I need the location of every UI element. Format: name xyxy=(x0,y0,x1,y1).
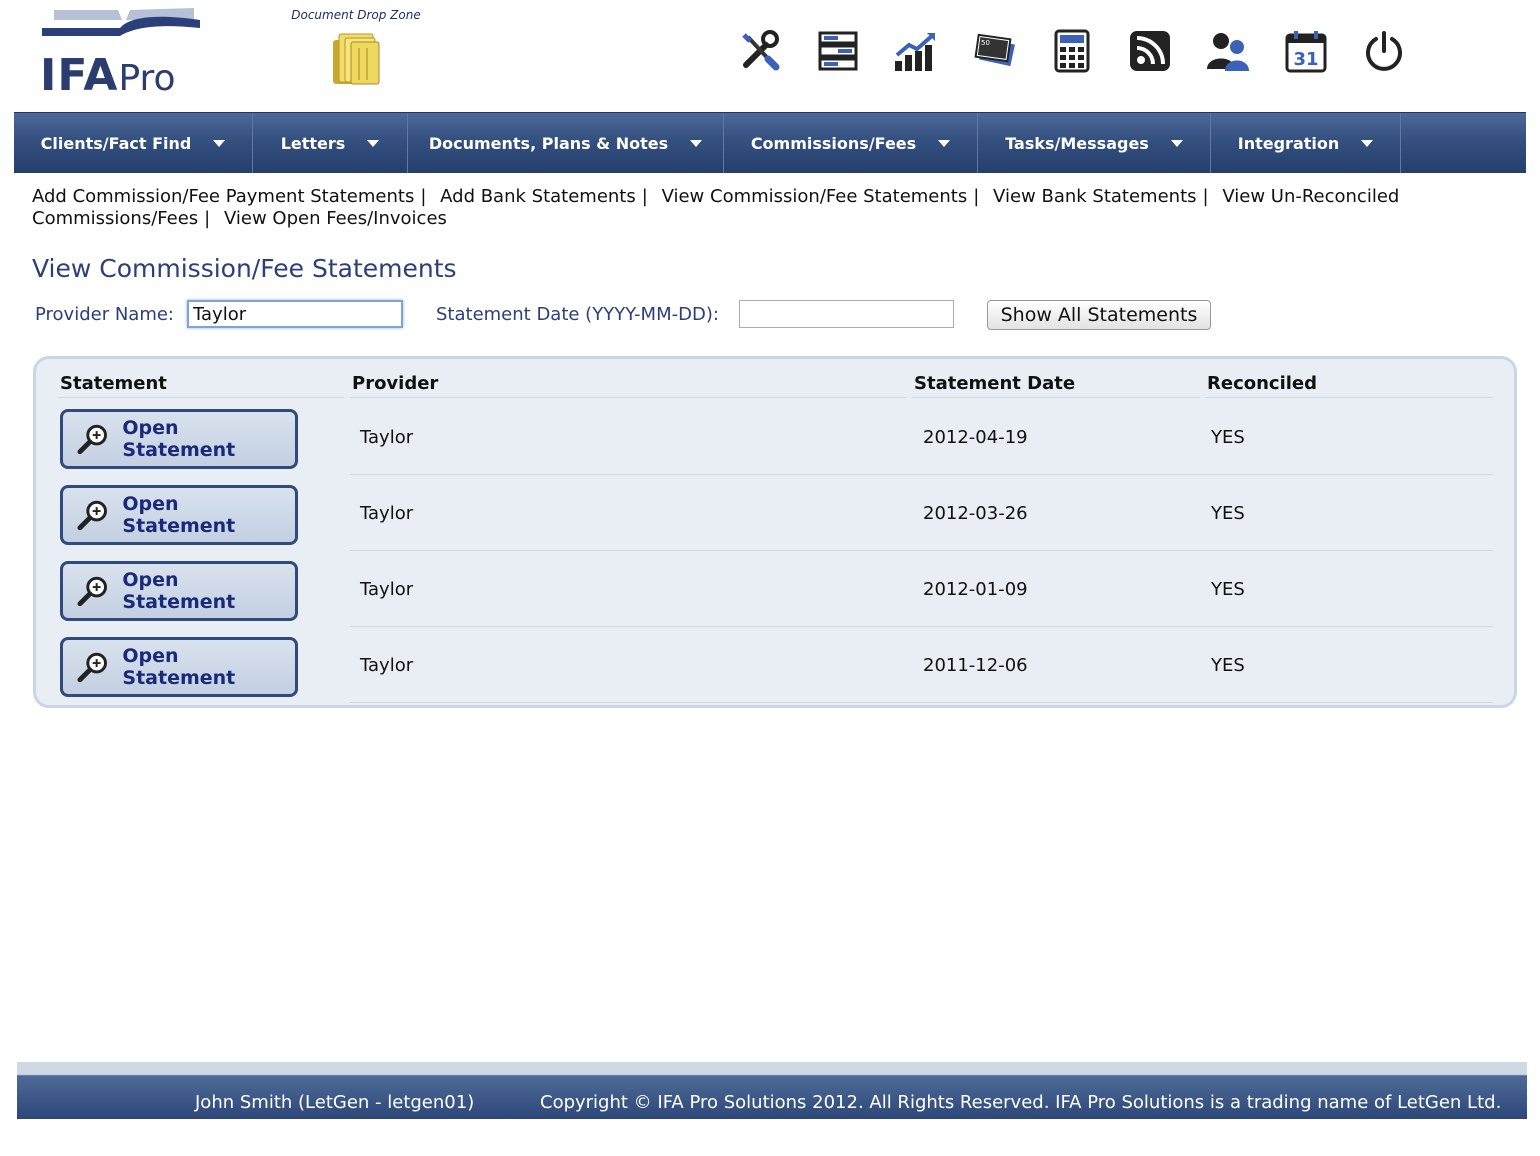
magnifier-plus-icon xyxy=(77,500,107,531)
table-row: Open Statement Taylor 2012-01-09 YES xyxy=(36,551,1514,627)
nav-integration[interactable]: Integration xyxy=(1211,113,1401,173)
footer: John Smith (LetGen - letgen01) Copyright… xyxy=(17,1062,1527,1119)
nav-commissions-fees[interactable]: Commissions/Fees xyxy=(724,113,978,173)
nav-letters[interactable]: Letters xyxy=(253,113,408,173)
calculator-icon[interactable] xyxy=(1045,24,1099,78)
provider-name-label: Provider Name: xyxy=(35,304,174,325)
filing-cabinet-icon[interactable] xyxy=(811,24,865,78)
table-row: Open Statement Taylor 2011-12-06 YES xyxy=(36,627,1514,703)
footer-copyright: Copyright © IFA Pro Solutions 2012. All … xyxy=(540,1092,1502,1113)
chevron-down-icon xyxy=(690,139,703,147)
provider-cell: Taylor xyxy=(360,502,414,524)
link-add-commission-statements[interactable]: Add Commission/Fee Payment Statements xyxy=(32,186,414,207)
chevron-down-icon xyxy=(367,139,380,147)
link-view-open-fees[interactable]: View Open Fees/Invoices xyxy=(224,208,447,229)
statements-table: Statement Provider Statement Date Reconc… xyxy=(33,356,1517,708)
table-row: Open Statement Taylor 2012-04-19 YES xyxy=(36,399,1514,475)
open-statement-button[interactable]: Open Statement xyxy=(60,409,298,469)
sub-navigation: Add Commission/Fee Payment Statements | A… xyxy=(32,186,1400,229)
book-logo-icon xyxy=(42,8,200,36)
open-statement-button[interactable]: Open Statement xyxy=(60,637,298,697)
reconciled-cell: YES xyxy=(1211,502,1245,524)
chevron-down-icon xyxy=(1361,139,1374,147)
date-cell: 2012-04-19 xyxy=(923,426,1028,448)
date-cell: 2011-12-06 xyxy=(923,654,1028,676)
header-statement: Statement xyxy=(60,373,167,394)
dropzone-label: Document Drop Zone xyxy=(291,8,421,22)
provider-cell: Taylor xyxy=(360,654,414,676)
statement-date-input[interactable] xyxy=(739,300,954,328)
tools-icon[interactable] xyxy=(733,24,787,78)
svg-text:31: 31 xyxy=(1293,49,1318,70)
main-nav: Clients/Fact Find Letters Documents, Pla… xyxy=(14,112,1526,173)
reconciled-cell: YES xyxy=(1211,654,1245,676)
open-statement-button[interactable]: Open Statement xyxy=(60,485,298,545)
table-row: Open Statement Taylor 2012-03-26 YES xyxy=(36,475,1514,551)
magnifier-plus-icon xyxy=(77,424,107,455)
header-statement-date: Statement Date xyxy=(914,373,1076,394)
reconciled-cell: YES xyxy=(1211,578,1245,600)
date-cell: 2012-01-09 xyxy=(923,578,1028,600)
chevron-down-icon xyxy=(1170,139,1183,147)
open-statement-button[interactable]: Open Statement xyxy=(60,561,298,621)
reconciled-cell: YES xyxy=(1211,426,1245,448)
chart-growth-icon[interactable] xyxy=(889,24,943,78)
nav-tasks-messages[interactable]: Tasks/Messages xyxy=(978,113,1211,173)
svg-text:50: 50 xyxy=(981,39,990,47)
page-title: View Commission/Fee Statements xyxy=(32,254,457,283)
chevron-down-icon xyxy=(938,139,951,147)
statement-date-label: Statement Date (YYYY-MM-DD): xyxy=(436,304,719,325)
document-drop-zone[interactable]: Document Drop Zone xyxy=(286,8,426,86)
provider-name-input[interactable] xyxy=(187,300,403,328)
contacts-icon[interactable] xyxy=(1201,24,1255,78)
footer-user: John Smith (LetGen - letgen01) xyxy=(195,1092,475,1113)
provider-cell: Taylor xyxy=(360,426,414,448)
calendar-icon[interactable]: 31 xyxy=(1279,24,1333,78)
header-provider: Provider xyxy=(352,373,439,394)
power-icon[interactable] xyxy=(1357,24,1411,78)
link-view-bank-statements[interactable]: View Bank Statements xyxy=(993,186,1196,207)
link-view-commission-statements[interactable]: View Commission/Fee Statements xyxy=(662,186,968,207)
ifa-pro-logo[interactable]: IFAPro xyxy=(40,6,202,101)
magnifier-plus-icon xyxy=(77,576,107,607)
date-cell: 2012-03-26 xyxy=(923,502,1028,524)
logo-text: IFAPro xyxy=(40,50,176,101)
show-all-statements-button[interactable]: Show All Statements xyxy=(987,300,1211,330)
provider-cell: Taylor xyxy=(360,578,414,600)
nav-documents-plans-notes[interactable]: Documents, Plans & Notes xyxy=(408,113,724,173)
link-add-bank-statements[interactable]: Add Bank Statements xyxy=(440,186,636,207)
magnifier-plus-icon xyxy=(77,652,107,683)
header-reconciled: Reconciled xyxy=(1207,373,1318,394)
chevron-down-icon xyxy=(213,139,226,147)
folder-icon xyxy=(333,33,380,85)
banknotes-icon[interactable]: 50 xyxy=(967,24,1021,78)
rss-feed-icon[interactable] xyxy=(1123,24,1177,78)
nav-clients-fact-find[interactable]: Clients/Fact Find xyxy=(14,113,253,173)
